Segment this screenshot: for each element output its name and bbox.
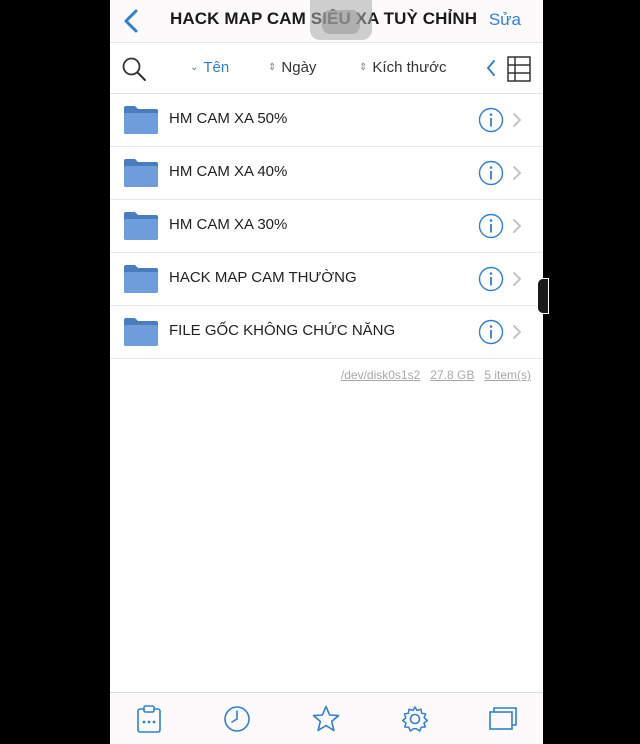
folder-name: HM CAM XA 50% (169, 110, 288, 127)
folder-name: HACK MAP CAM THƯỜNG (169, 269, 357, 286)
star-icon[interactable] (311, 704, 341, 734)
storage-info: /dev/disk0s1s2 27.8 GB 5 item(s) (341, 368, 531, 382)
info-icon[interactable] (478, 213, 504, 239)
gear-icon[interactable] (400, 704, 430, 734)
disk-size[interactable]: 27.8 GB (430, 368, 474, 382)
tab-bar (110, 692, 543, 744)
folder-row[interactable]: HM CAM XA 30% (110, 200, 543, 253)
windows-icon[interactable] (488, 704, 518, 734)
folder-name: HM CAM XA 40% (169, 163, 288, 180)
sort-toolbar: ⌄ Tên ⇕ Ngày ⇕ Kích thước (110, 43, 543, 94)
folder-icon (124, 212, 158, 240)
sort-by-name-label: Tên (203, 59, 230, 76)
chevron-right-icon (513, 325, 521, 339)
folder-list: HM CAM XA 50% HM CAM XA 40% HM CAM XA 30… (110, 94, 543, 359)
folder-row[interactable]: HACK MAP CAM THƯỜNG (110, 253, 543, 306)
phone-screen: HACK MAP CAM SIÊU XA TUỲ CHỈNH Sửa ⌄ Tên… (110, 0, 543, 744)
folder-row[interactable]: FILE GỐC KHÔNG CHỨC NĂNG (110, 306, 543, 359)
sort-updown-icon: ⇕ (268, 62, 277, 73)
info-icon[interactable] (478, 266, 504, 292)
folder-icon (124, 106, 158, 134)
clock-icon[interactable] (222, 704, 252, 734)
info-icon[interactable] (478, 319, 504, 345)
info-icon[interactable] (478, 160, 504, 186)
sort-by-name[interactable]: ⌄ Tên (190, 59, 229, 76)
info-icon[interactable] (478, 107, 504, 133)
clipboard-icon[interactable] (134, 704, 164, 734)
sort-by-date[interactable]: ⇕ Ngày (268, 59, 316, 76)
sort-by-date-label: Ngày (281, 59, 317, 76)
chevron-right-icon (513, 219, 521, 233)
edit-button[interactable]: Sửa (489, 10, 521, 30)
search-icon[interactable] (121, 56, 147, 82)
folder-icon (124, 265, 158, 293)
folder-icon (124, 318, 158, 346)
chevron-down-icon: ⌄ (190, 62, 199, 73)
folder-name: FILE GỐC KHÔNG CHỨC NĂNG (169, 322, 396, 339)
disk-path[interactable]: /dev/disk0s1s2 (341, 368, 420, 382)
chevron-right-icon (513, 113, 521, 127)
folder-name: HM CAM XA 30% (169, 216, 288, 233)
chevron-right-icon (513, 166, 521, 180)
sort-by-size-label: Kích thước (372, 59, 447, 76)
folder-row[interactable]: HM CAM XA 50% (110, 94, 543, 147)
chevron-right-icon (513, 272, 521, 286)
sort-by-size[interactable]: ⇕ Kích thước (359, 59, 446, 76)
back-chevron-icon[interactable] (120, 8, 142, 34)
sort-updown-icon: ⇕ (359, 62, 368, 73)
assistive-touch-handle[interactable] (537, 278, 549, 314)
item-count[interactable]: 5 item(s) (484, 368, 531, 382)
navigation-bar: HACK MAP CAM SIÊU XA TUỲ CHỈNH Sửa (110, 0, 543, 43)
list-view-icon[interactable] (507, 56, 531, 82)
folder-icon (124, 159, 158, 187)
screen-recorder-overlay (310, 0, 372, 40)
folder-row[interactable]: HM CAM XA 40% (110, 147, 543, 200)
chevron-left-icon[interactable] (484, 58, 498, 78)
